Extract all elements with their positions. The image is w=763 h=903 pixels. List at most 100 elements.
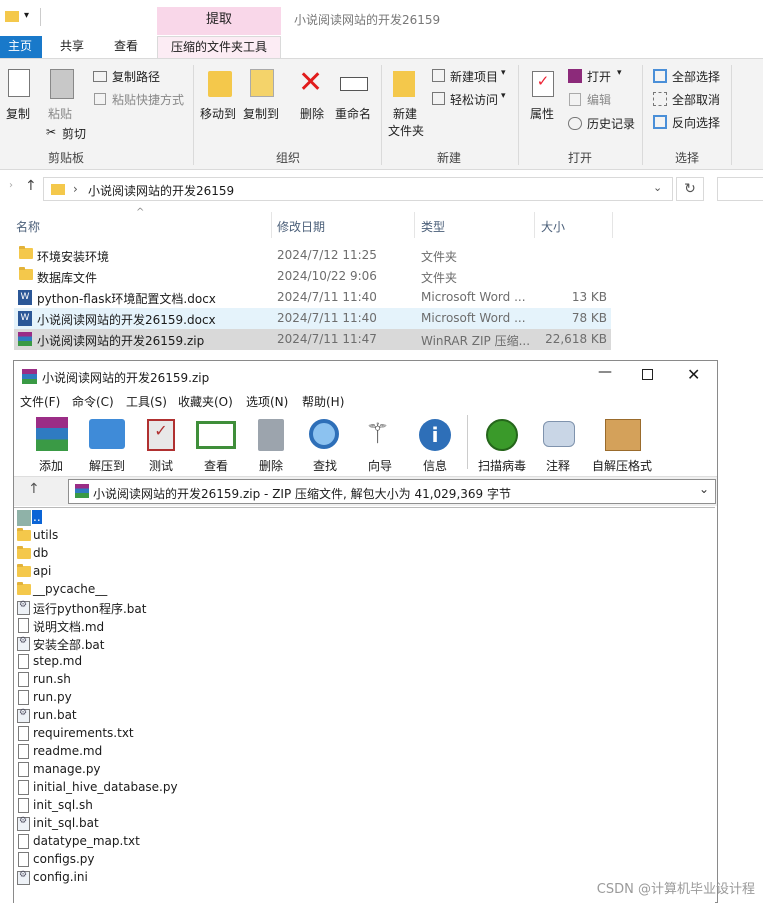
- quick-access-dropdown-icon[interactable]: ▾: [24, 10, 29, 21]
- archive-entry[interactable]: utils: [16, 527, 316, 545]
- archive-entry[interactable]: 运行python程序.bat: [16, 599, 316, 617]
- delete-icon[interactable]: ✕: [298, 65, 323, 100]
- easy-access-button[interactable]: 轻松访问: [450, 91, 498, 108]
- archive-entry[interactable]: 安装全部.bat: [16, 635, 316, 653]
- new-folder-icon[interactable]: [393, 71, 415, 97]
- copy-to-button[interactable]: 复制到: [243, 105, 279, 122]
- archive-path-field[interactable]: 小说阅读网站的开发26159.zip - ZIP 压缩文件, 解包大小为 41,…: [68, 479, 716, 504]
- tab-home[interactable]: 主页: [0, 36, 42, 58]
- find-button[interactable]: 查找: [300, 415, 350, 473]
- menu-options[interactable]: 选项(N): [246, 393, 288, 410]
- delete-button[interactable]: 删除: [300, 105, 324, 122]
- file-row-selected[interactable]: 小说阅读网站的开发26159.zip 2024/7/11 11:47 WinRA…: [14, 329, 611, 350]
- chevron-down-icon[interactable]: ▾: [501, 91, 506, 101]
- extract-to-button[interactable]: 解压到: [82, 415, 132, 473]
- archive-entry[interactable]: run.sh: [16, 671, 316, 689]
- edit-button[interactable]: 编辑: [587, 91, 611, 108]
- archive-entry[interactable]: manage.py: [16, 761, 316, 779]
- minimize-icon[interactable]: —: [598, 364, 612, 380]
- context-tab-extract[interactable]: 提取: [157, 7, 281, 35]
- copy-icon[interactable]: [8, 69, 30, 97]
- copy-path-icon[interactable]: [93, 71, 107, 82]
- move-to-icon[interactable]: [208, 71, 232, 97]
- tab-compressed-folder-tools[interactable]: 压缩的文件夹工具: [157, 36, 281, 58]
- copy-path-button[interactable]: 复制路径: [112, 68, 160, 85]
- easy-access-icon[interactable]: [432, 92, 445, 105]
- archive-entry[interactable]: config.ini: [16, 869, 316, 887]
- tab-view[interactable]: 查看: [106, 36, 146, 58]
- archive-entry[interactable]: requirements.txt: [16, 725, 316, 743]
- search-input[interactable]: [717, 177, 763, 201]
- archive-entry[interactable]: step.md: [16, 653, 316, 671]
- invert-selection-button[interactable]: 反向选择: [672, 114, 720, 131]
- archive-entry[interactable]: db: [16, 545, 316, 563]
- column-header-date[interactable]: 修改日期: [277, 218, 325, 235]
- rename-button[interactable]: 重命名: [335, 105, 371, 122]
- menu-tools[interactable]: 工具(S): [126, 393, 167, 410]
- back-arrow-icon[interactable]: ›: [9, 180, 13, 191]
- info-button[interactable]: i 信息: [410, 415, 460, 473]
- properties-icon[interactable]: ✓: [532, 71, 554, 97]
- breadcrumb-separator-icon[interactable]: ›: [73, 182, 78, 196]
- move-to-button[interactable]: 移动到: [200, 105, 236, 122]
- view-button[interactable]: 查看: [191, 415, 241, 473]
- archive-entry[interactable]: readme.md: [16, 743, 316, 761]
- test-button[interactable]: ✓ 测试: [136, 415, 186, 473]
- column-header-name[interactable]: 名称: [16, 218, 40, 235]
- archive-entry[interactable]: configs.py: [16, 851, 316, 869]
- column-header-type[interactable]: 类型: [421, 218, 445, 235]
- select-none-button[interactable]: 全部取消: [672, 91, 720, 108]
- menu-favorites[interactable]: 收藏夹(O): [178, 393, 233, 410]
- add-button[interactable]: 添加: [26, 415, 76, 473]
- comment-button[interactable]: 注释: [533, 415, 583, 473]
- chevron-down-icon[interactable]: ⌄: [653, 181, 662, 194]
- winrar-icon[interactable]: [568, 69, 582, 83]
- paste-button[interactable]: 粘贴: [48, 105, 72, 122]
- new-folder-button-line2[interactable]: 文件夹: [388, 122, 424, 139]
- menu-help[interactable]: 帮助(H): [302, 393, 344, 410]
- tab-share[interactable]: 共享: [52, 36, 92, 58]
- select-none-icon[interactable]: [653, 92, 667, 106]
- paste-shortcut-button[interactable]: 粘贴快捷方式: [112, 91, 184, 108]
- scan-virus-button[interactable]: 扫描病毒: [473, 415, 531, 473]
- up-arrow-icon[interactable]: ↑: [28, 481, 40, 497]
- archive-entry[interactable]: api: [16, 563, 316, 581]
- rename-icon[interactable]: [340, 77, 368, 91]
- invert-selection-icon[interactable]: [653, 115, 667, 129]
- archive-entry[interactable]: init_sql.bat: [16, 815, 316, 833]
- close-icon[interactable]: ✕: [687, 365, 700, 384]
- wizard-button[interactable]: ⚚ 向导: [355, 415, 405, 473]
- menu-file[interactable]: 文件(F): [20, 393, 60, 410]
- copy-button[interactable]: 复制: [6, 105, 30, 122]
- refresh-icon[interactable]: ↻: [676, 177, 704, 201]
- sfx-button[interactable]: 自解压格式: [589, 415, 655, 473]
- scissors-icon[interactable]: ✂: [46, 125, 56, 139]
- delete-button[interactable]: 删除: [246, 415, 296, 473]
- select-all-button[interactable]: 全部选择: [672, 68, 720, 85]
- archive-entry[interactable]: run.bat: [16, 707, 316, 725]
- paste-shortcut-icon[interactable]: [94, 93, 106, 105]
- chevron-down-icon[interactable]: ⌄: [699, 482, 709, 496]
- new-item-button[interactable]: 新建项目: [450, 68, 498, 85]
- menu-command[interactable]: 命令(C): [72, 393, 114, 410]
- archive-entry[interactable]: 说明文档.md: [16, 617, 316, 635]
- archive-entry[interactable]: __pycache__: [16, 581, 316, 599]
- history-icon[interactable]: [568, 117, 582, 130]
- file-row[interactable]: W python-flask环境配置文档.docx 2024/7/11 11:4…: [14, 287, 611, 308]
- address-bar[interactable]: › 小说阅读网站的开发26159 ⌄: [43, 177, 673, 201]
- archive-entry[interactable]: datatype_map.txt: [16, 833, 316, 851]
- chevron-down-icon[interactable]: ▾: [617, 68, 622, 78]
- column-header-size[interactable]: 大小: [541, 218, 565, 235]
- new-item-icon[interactable]: [432, 69, 445, 82]
- file-row[interactable]: 环境安装环境 2024/7/12 11:25 文件夹: [14, 245, 611, 266]
- address-path[interactable]: 小说阅读网站的开发26159: [88, 182, 234, 199]
- select-all-icon[interactable]: [653, 69, 667, 83]
- archive-entry[interactable]: initial_hive_database.py: [16, 779, 316, 797]
- chevron-down-icon[interactable]: ▾: [501, 68, 506, 78]
- edit-icon[interactable]: [569, 93, 581, 106]
- new-folder-button-line1[interactable]: 新建: [393, 105, 417, 122]
- properties-button[interactable]: 属性: [530, 105, 554, 122]
- maximize-icon[interactable]: [642, 369, 653, 380]
- cut-button[interactable]: 剪切: [62, 125, 86, 142]
- copy-to-icon[interactable]: [250, 69, 274, 97]
